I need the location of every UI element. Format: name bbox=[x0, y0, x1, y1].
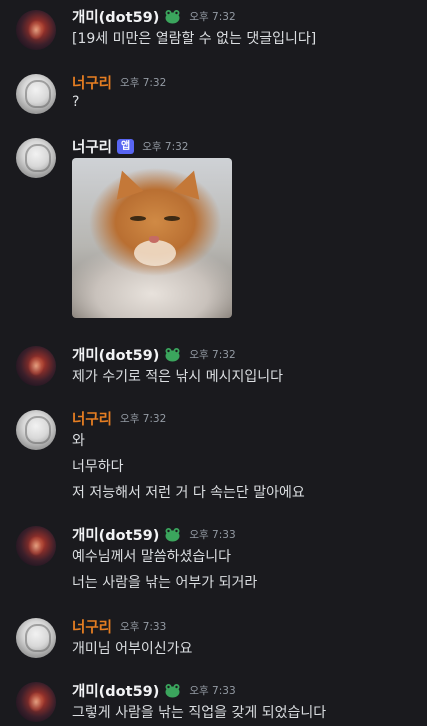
avatar[interactable] bbox=[16, 346, 56, 386]
username[interactable]: 개미(dot59) bbox=[72, 524, 159, 545]
cat-muzzle bbox=[134, 240, 176, 266]
message-header: 너구리 앱 오후 7:32 bbox=[72, 136, 188, 156]
message-text: 너는 사람을 낚는 어부가 되거라 bbox=[72, 575, 258, 591]
timestamp: 오후 7:32 bbox=[120, 76, 167, 89]
username[interactable]: 개미(dot59) bbox=[72, 344, 159, 365]
message-text: 너무하다 bbox=[72, 459, 124, 475]
username[interactable]: 너구리 bbox=[72, 136, 112, 157]
app-tag: 앱 bbox=[117, 138, 135, 154]
message-header: 너구리 오후 7:32 bbox=[72, 408, 166, 428]
timestamp: 오후 7:32 bbox=[189, 348, 236, 361]
avatar[interactable] bbox=[16, 74, 56, 114]
message-text: 제가 수기로 적은 낚시 메시지입니다 bbox=[72, 369, 283, 385]
avatar[interactable] bbox=[16, 526, 56, 566]
frog-badge-icon[interactable] bbox=[164, 683, 181, 698]
username[interactable]: 개미(dot59) bbox=[72, 680, 159, 701]
cat-image-attachment[interactable] bbox=[72, 158, 232, 318]
username[interactable]: 너구리 bbox=[72, 72, 112, 93]
timestamp: 오후 7:33 bbox=[120, 620, 167, 633]
cat-eye-right bbox=[164, 216, 180, 221]
avatar[interactable] bbox=[16, 10, 56, 50]
avatar[interactable] bbox=[16, 410, 56, 450]
message-header: 개미(dot59) 오후 7:32 bbox=[72, 6, 236, 26]
message-text: [19세 미만은 열람할 수 없는 댓글입니다] bbox=[72, 31, 317, 47]
timestamp: 오후 7:32 bbox=[120, 412, 167, 425]
message-header: 너구리 오후 7:33 bbox=[72, 616, 166, 636]
message-header: 개미(dot59) 오후 7:33 bbox=[72, 680, 236, 700]
cat-ear-right bbox=[172, 166, 208, 200]
timestamp: 오후 7:32 bbox=[142, 140, 189, 153]
cat-nose bbox=[149, 236, 159, 243]
avatar[interactable] bbox=[16, 682, 56, 722]
username[interactable]: 너구리 bbox=[72, 616, 112, 637]
message-text: 와 bbox=[72, 433, 85, 449]
cat-eye-left bbox=[130, 216, 146, 221]
frog-badge-icon[interactable] bbox=[164, 9, 181, 24]
timestamp: 오후 7:32 bbox=[189, 10, 236, 23]
username[interactable]: 너구리 bbox=[72, 408, 112, 429]
timestamp: 오후 7:33 bbox=[189, 528, 236, 541]
message-header: 개미(dot59) 오후 7:32 bbox=[72, 344, 236, 364]
cat-ear-left bbox=[108, 166, 144, 200]
timestamp: 오후 7:33 bbox=[189, 684, 236, 697]
message-text: 그렇게 사람을 낚는 직업을 갖게 되었습니다 bbox=[72, 705, 327, 721]
message-text: ? bbox=[72, 94, 80, 110]
message-header: 너구리 오후 7:32 bbox=[72, 72, 166, 92]
message-text: 예수님께서 말씀하셨습니다 bbox=[72, 549, 232, 565]
username[interactable]: 개미(dot59) bbox=[72, 6, 159, 27]
frog-badge-icon[interactable] bbox=[164, 347, 181, 362]
avatar[interactable] bbox=[16, 618, 56, 658]
message-header: 개미(dot59) 오후 7:33 bbox=[72, 524, 236, 544]
frog-badge-icon[interactable] bbox=[164, 527, 181, 542]
avatar[interactable] bbox=[16, 138, 56, 178]
message-text: 개미님 어부이신가요 bbox=[72, 641, 193, 657]
message-text: 저 저능해서 저런 거 다 속는단 말아에요 bbox=[72, 485, 305, 501]
